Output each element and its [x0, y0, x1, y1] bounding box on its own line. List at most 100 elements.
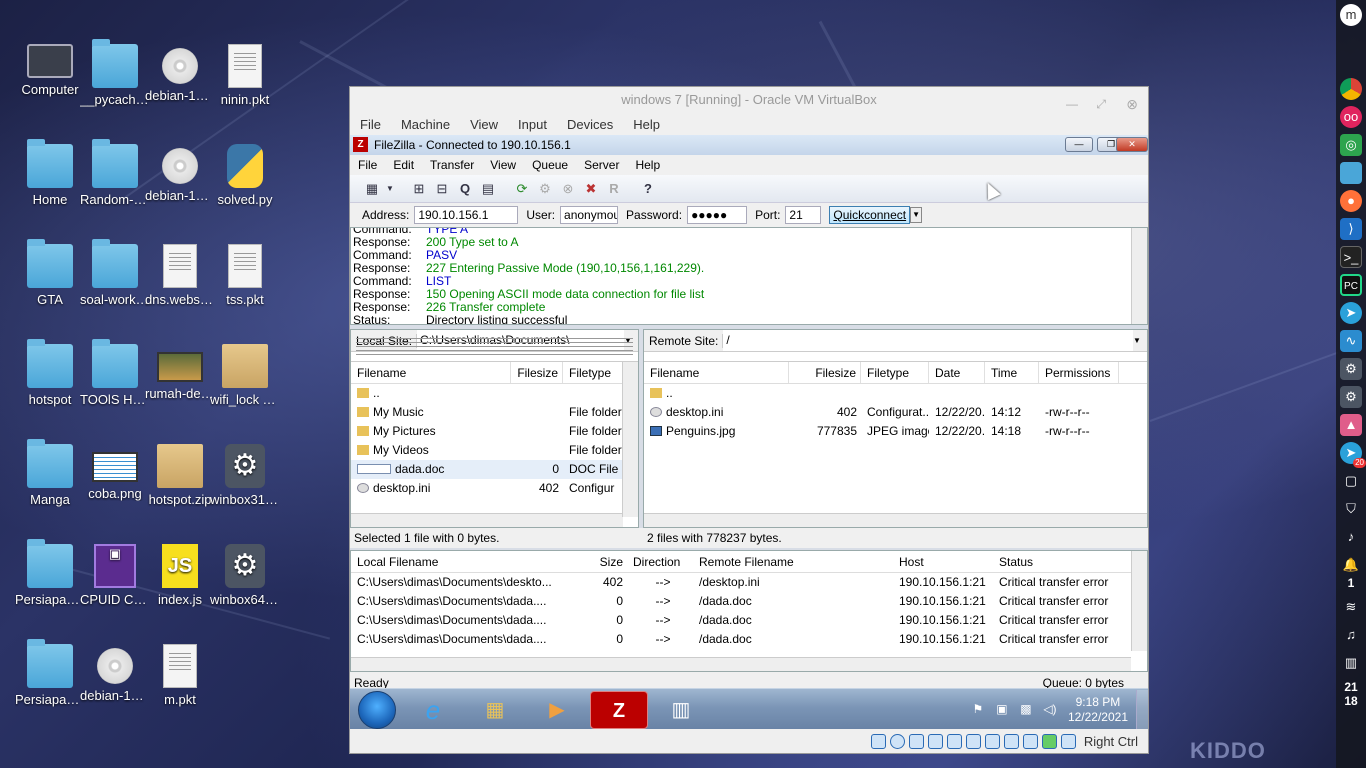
desktop-icon[interactable]: soal-workshop: [80, 239, 150, 307]
queue-col-local-filename[interactable]: Local Filename: [351, 551, 587, 572]
desktop-icon[interactable]: ⚙ winbox64.exe: [210, 544, 280, 607]
clipboard-icon[interactable]: ▢: [1340, 470, 1362, 492]
cpu-icon[interactable]: [1022, 733, 1038, 749]
minimize-icon[interactable]: —: [1066, 91, 1078, 117]
toggle-queue-icon[interactable]: Q: [455, 179, 475, 199]
show-desktop-button[interactable]: [1136, 689, 1148, 730]
remote-file-row[interactable]: desktop.ini 402 Configurat... 12/22/20... 14…: [644, 403, 1147, 422]
vbox-menu-help[interactable]: Help: [623, 113, 670, 135]
vbox-menu-devices[interactable]: Devices: [557, 113, 623, 135]
local-file-row[interactable]: My Videos File folder: [351, 441, 638, 460]
toggle-log-icon[interactable]: ⊞: [409, 179, 429, 199]
queue-col-size[interactable]: Size: [587, 551, 627, 572]
desktop-icon[interactable]: debian-10.6.0-i386-DVD-3.iso: [145, 144, 215, 203]
desktop-icon[interactable]: ⚙ winbox31.exe: [210, 444, 280, 507]
remote-site-path[interactable]: /: [723, 330, 1133, 351]
queue-col-remote-filename[interactable]: Remote Filename: [693, 551, 893, 572]
help-icon[interactable]: ?: [638, 179, 658, 199]
start-button[interactable]: [358, 690, 396, 729]
explorer-icon[interactable]: ▦: [466, 691, 524, 729]
remote-col-filename[interactable]: Filename: [644, 362, 789, 383]
desktop-icon[interactable]: Manga: [15, 439, 85, 507]
filezilla-taskbar-icon[interactable]: Z: [590, 690, 648, 729]
fz-menu-queue[interactable]: Queue: [524, 155, 576, 175]
desktop-icon[interactable]: tss.pkt: [210, 244, 280, 307]
vbox-titlebar[interactable]: windows 7 [Running] - Oracle VM VirtualB…: [350, 87, 1148, 113]
disconnect-icon[interactable]: ✖: [581, 179, 601, 199]
fz-menu-edit[interactable]: Edit: [385, 155, 422, 175]
vscode-icon[interactable]: ⟩: [1340, 218, 1362, 240]
vbox-menu-file[interactable]: File: [350, 113, 391, 135]
desktop-icon[interactable]: wifi_lock Teknowle.zip: [210, 344, 280, 407]
clock-hour[interactable]: 21: [1336, 680, 1366, 694]
toggle-remote-tree-icon[interactable]: ▤: [478, 179, 498, 199]
local-col-filetype[interactable]: Filetype: [563, 362, 623, 383]
cancel-icon[interactable]: ⊗: [558, 179, 578, 199]
desktop-icon[interactable]: debian-10.6.0-i386-DVD-2.iso: [145, 44, 215, 103]
local-vscrollbar[interactable]: [622, 362, 638, 517]
desktop-icon[interactable]: ninin.pkt: [210, 44, 280, 107]
win7-clock[interactable]: 9:18 PM 12/22/2021: [1068, 695, 1128, 725]
recording-icon[interactable]: [1003, 733, 1019, 749]
photos-icon[interactable]: ▲: [1340, 414, 1362, 436]
local-file-row[interactable]: My Pictures File folder: [351, 422, 638, 441]
settings-2-icon[interactable]: ⚙: [1340, 386, 1362, 408]
desktop-icon[interactable]: ▣ CPUID CPU-Z: [80, 544, 150, 607]
toggle-local-tree-icon[interactable]: ⊟: [432, 179, 452, 199]
desktop-icon[interactable]: Persiapan coderun: [15, 539, 85, 607]
shared-folder-icon[interactable]: [965, 733, 981, 749]
queue-row[interactable]: C:\Users\dimas\Documents\dada.... 0 --> /da…: [351, 611, 1147, 630]
fz-menu-help[interactable]: Help: [627, 155, 668, 175]
mint-menu-icon[interactable]: m: [1340, 4, 1362, 26]
queue-col-status[interactable]: Status: [993, 551, 1133, 572]
refresh-icon[interactable]: ⟳: [512, 179, 532, 199]
files-icon[interactable]: [1340, 162, 1362, 184]
remote-tree[interactable]: [644, 352, 1147, 362]
telegram-tray-icon[interactable]: ➤ 20: [1340, 442, 1366, 468]
fz-menu-file[interactable]: File: [350, 155, 385, 175]
remote-file-row[interactable]: ..: [644, 384, 1147, 403]
remote-col-date[interactable]: Date: [929, 362, 985, 383]
wifi-icon[interactable]: ≋: [1340, 596, 1362, 618]
port-input[interactable]: [785, 206, 822, 224]
local-file-row[interactable]: dada.doc 0 DOC File: [351, 460, 638, 479]
desktop-icon[interactable]: JS index.js: [145, 544, 215, 607]
flag-icon[interactable]: ⚑: [970, 702, 986, 718]
audio-icon[interactable]: [908, 733, 924, 749]
network-tray-icon[interactable]: ▩: [1018, 702, 1034, 718]
shield-icon[interactable]: ⛉: [1340, 498, 1362, 520]
monitor-icon[interactable]: ∿: [1340, 330, 1362, 352]
fz-menu-server[interactable]: Server: [576, 155, 627, 175]
queue-col-direction[interactable]: Direction: [627, 551, 693, 572]
desktop-icon[interactable]: TOOlS Hacking: [80, 339, 150, 407]
vbox-menu-input[interactable]: Input: [508, 113, 557, 135]
remote-col-permissions[interactable]: Permissions: [1039, 362, 1119, 383]
fz-menu-transfer[interactable]: Transfer: [422, 155, 482, 175]
queue-vscrollbar[interactable]: [1131, 551, 1147, 651]
local-col-filename[interactable]: Filename: [351, 362, 511, 383]
queue-row[interactable]: C:\Users\dimas\Documents\deskto... 402 -->…: [351, 573, 1147, 592]
desktop-icon[interactable]: Persiapan-ubuntu: [15, 639, 85, 707]
volume-tray-icon[interactable]: ◁): [1042, 702, 1058, 718]
close-icon[interactable]: ⊗: [1126, 91, 1138, 117]
quickconnect-button[interactable]: Quickconnect: [829, 206, 911, 224]
desktop-icon[interactable]: solved.py: [210, 144, 280, 207]
clock-minute[interactable]: 18: [1336, 694, 1366, 708]
desktop-icon[interactable]: __pycache__: [80, 39, 150, 107]
local-hscrollbar[interactable]: [351, 513, 623, 527]
remote-file-row[interactable]: Penguins.jpg 777835 JPEG image 12/22/20... 1…: [644, 422, 1147, 441]
desktop-icon[interactable]: rumah-devileyes.mp4: [145, 344, 215, 401]
remote-col-time[interactable]: Time: [985, 362, 1039, 383]
pycharm-icon[interactable]: PC: [1340, 274, 1362, 296]
usb-icon[interactable]: [946, 733, 962, 749]
telegram-icon[interactable]: ➤: [1340, 302, 1362, 324]
remote-col-filesize[interactable]: Filesize: [789, 362, 861, 383]
ie-icon[interactable]: e: [404, 691, 462, 729]
desktop-icon[interactable]: hotspot: [15, 339, 85, 407]
vbox-menu-machine[interactable]: Machine: [391, 113, 460, 135]
flickr-icon[interactable]: oo: [1340, 106, 1362, 128]
address-input[interactable]: [414, 206, 519, 224]
vbox-menu-view[interactable]: View: [460, 113, 508, 135]
filezilla-titlebar[interactable]: Z FileZilla - Connected to 190.10.156.1 …: [350, 135, 1148, 155]
desktop-icon[interactable]: GTA: [15, 239, 85, 307]
